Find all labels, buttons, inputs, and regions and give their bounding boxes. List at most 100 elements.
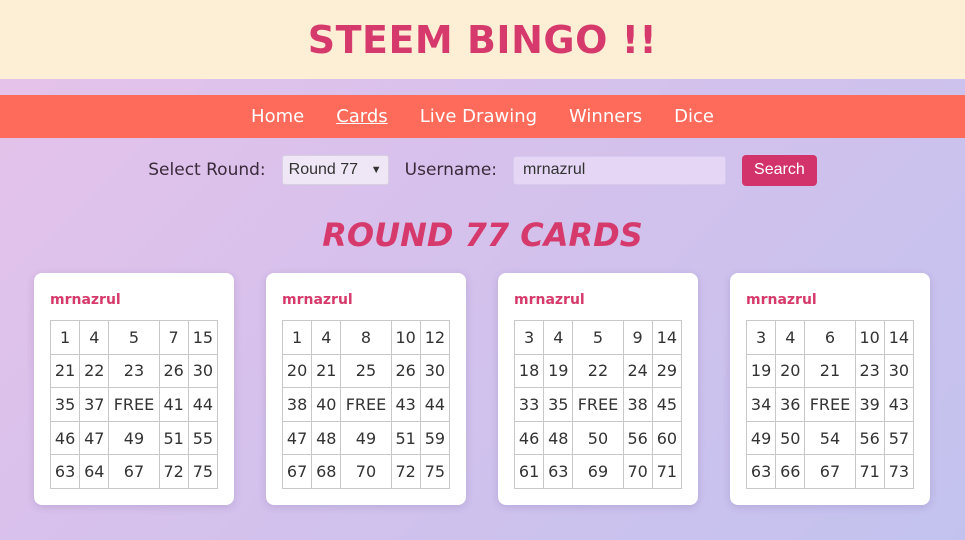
board-row: 61 63 69 70 71 (513, 454, 683, 489)
board-cell: 72 (158, 454, 189, 489)
board-cell: 43 (390, 387, 421, 422)
board-cell: 21 (311, 353, 342, 389)
card-username: mrnazrul (282, 292, 353, 308)
nav-home[interactable]: Home (235, 106, 320, 127)
board-cell: 10 (390, 320, 421, 355)
board-cell: 70 (622, 454, 653, 489)
board-cell: 66 (775, 454, 806, 489)
board-cell: 61 (513, 454, 545, 489)
board-cell: 47 (281, 420, 313, 456)
board-cell: 25 (340, 353, 392, 389)
bingo-board: 3 4 6 10 14 19 20 21 23 30 34 36 FREE 39 43 49 50 54 56 57 6… (745, 320, 915, 489)
board-cell: 4 (543, 320, 574, 355)
board-row: 38 40 FREE 43 44 (281, 387, 451, 422)
board-cell: 29 (651, 353, 683, 389)
board-row: 47 48 49 51 59 (281, 420, 451, 456)
board-cell: 36 (775, 387, 806, 422)
bingo-card: mrnazrul 3 4 5 9 14 18 19 22 24 29 33 35 FREE 38 45 46 4… (498, 273, 698, 505)
board-cell: 21 (49, 353, 81, 389)
board-cell: 51 (158, 420, 189, 456)
board-cell: 4 (79, 320, 110, 355)
board-cell: 35 (543, 387, 574, 422)
round-select-value: Round 77 (288, 161, 359, 178)
board-cell: 26 (390, 353, 421, 389)
nav-cards[interactable]: Cards (320, 106, 404, 127)
board-cell: 4 (311, 320, 342, 355)
board-cell: FREE (804, 387, 856, 422)
nav-live-drawing[interactable]: Live Drawing (404, 106, 553, 127)
board-row: 19 20 21 23 30 (745, 353, 915, 389)
board-cell: 75 (187, 454, 219, 489)
chevron-down-icon: ▼ (370, 164, 382, 176)
board-cell: 12 (419, 320, 451, 355)
board-cell: 4 (775, 320, 806, 355)
board-cell: 23 (854, 353, 885, 389)
board-row: 3 4 6 10 14 (745, 320, 915, 355)
board-row: 1 4 5 7 15 (49, 320, 219, 355)
round-label: Select Round: (148, 160, 266, 180)
card-username: mrnazrul (514, 292, 585, 308)
board-row: 63 66 67 71 73 (745, 454, 915, 489)
board-cell: 14 (883, 320, 915, 355)
board-cell: 35 (49, 387, 81, 422)
board-cell: 22 (79, 353, 110, 389)
card-username: mrnazrul (746, 292, 817, 308)
board-row: 63 64 67 72 75 (49, 454, 219, 489)
board-cell: 1 (281, 320, 313, 355)
board-cell: 5 (108, 320, 160, 355)
board-cell: 33 (513, 387, 545, 422)
board-row: 33 35 FREE 38 45 (513, 387, 683, 422)
board-cell: 60 (651, 420, 683, 456)
board-cell: 59 (419, 420, 451, 456)
board-cell: 50 (572, 420, 624, 456)
board-row: 1 4 8 10 12 (281, 320, 451, 355)
board-cell: 30 (419, 353, 451, 389)
board-cell: 73 (883, 454, 915, 489)
board-cell: 34 (745, 387, 777, 422)
board-cell: 63 (543, 454, 574, 489)
board-cell: 63 (49, 454, 81, 489)
board-cell: 44 (419, 387, 451, 422)
board-row: 18 19 22 24 29 (513, 353, 683, 389)
board-cell: 1 (49, 320, 81, 355)
board-cell: 44 (187, 387, 219, 422)
board-cell: 40 (311, 387, 342, 422)
board-row: 21 22 23 26 30 (49, 353, 219, 389)
board-cell: FREE (572, 387, 624, 422)
board-cell: 48 (311, 420, 342, 456)
board-cell: 46 (513, 420, 545, 456)
board-row: 34 36 FREE 39 43 (745, 387, 915, 422)
board-row: 46 47 49 51 55 (49, 420, 219, 456)
bingo-board: 3 4 5 9 14 18 19 22 24 29 33 35 FREE 38 45 46 48 50 56 60 61… (513, 320, 683, 489)
board-cell: 6 (804, 320, 856, 355)
search-button[interactable]: Search (742, 154, 817, 186)
nav-winners[interactable]: Winners (553, 106, 658, 127)
board-cell: 3 (513, 320, 545, 355)
board-cell: 69 (572, 454, 624, 489)
board-cell: 21 (804, 353, 856, 389)
board-cell: 56 (854, 420, 885, 456)
board-cell: 5 (572, 320, 624, 355)
username-input[interactable]: mrnazrul (513, 155, 727, 185)
board-cell: 50 (775, 420, 806, 456)
board-row: 67 68 70 72 75 (281, 454, 451, 489)
board-cell: 54 (804, 420, 856, 456)
board-cell: 49 (745, 420, 777, 456)
board-cell: 14 (651, 320, 683, 355)
board-cell: 26 (158, 353, 189, 389)
board-cell: 19 (543, 353, 574, 389)
board-row: 46 48 50 56 60 (513, 420, 683, 456)
board-cell: 38 (622, 387, 653, 422)
nav-dice[interactable]: Dice (658, 106, 730, 127)
round-select[interactable]: Round 77 ▼ (281, 155, 389, 185)
board-cell: 43 (883, 387, 915, 422)
board-cell: 30 (883, 353, 915, 389)
board-cell: 38 (281, 387, 313, 422)
board-cell: 71 (651, 454, 683, 489)
board-cell: 57 (883, 420, 915, 456)
bingo-board: 1 4 8 10 12 20 21 25 26 30 38 40 FREE 43 44 47 48 49 51 59 6… (281, 320, 451, 489)
board-cell: 70 (340, 454, 392, 489)
board-cell: 56 (622, 420, 653, 456)
board-cell: 63 (745, 454, 777, 489)
board-cell: 7 (158, 320, 189, 355)
